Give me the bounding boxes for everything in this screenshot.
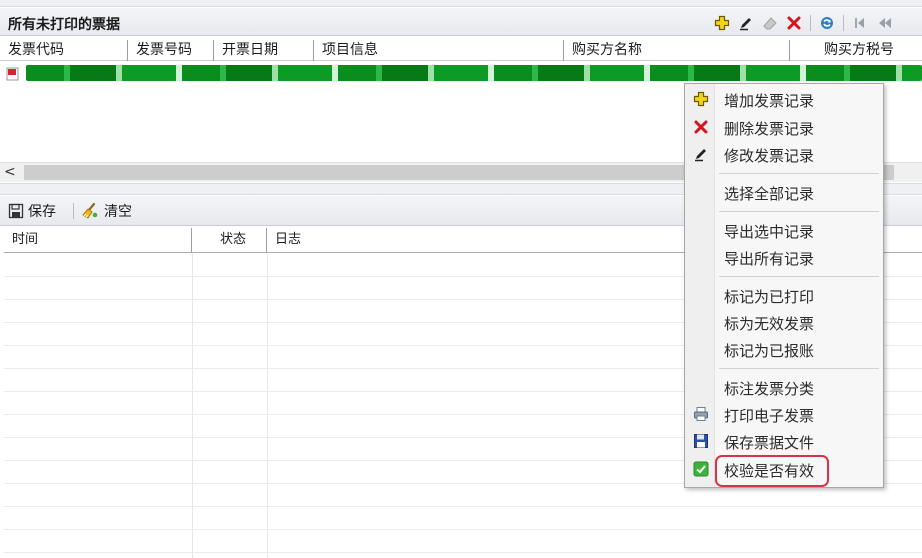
save-disk-icon (693, 433, 709, 449)
col-log-time[interactable]: 时间 (4, 228, 192, 253)
menu-item-label: 保存票据文件 (724, 434, 815, 452)
edit-icon (693, 146, 709, 162)
top-strip (0, 0, 922, 7)
menu-item-label: 导出所有记录 (724, 250, 815, 268)
menu-item-print-einvoice[interactable]: 打印电子发票 (685, 401, 883, 427)
save-log-button[interactable]: 保存 (8, 201, 56, 221)
erase-icon[interactable] (760, 13, 780, 33)
broom-icon (82, 202, 98, 219)
check-icon (693, 461, 709, 477)
menu-item-export-selected[interactable]: 导出选中记录 (685, 217, 883, 243)
context-menu: 增加发票记录 删除发票记录 修改发票记录 选择全部记录 导出选中记录 导出所有记… (684, 83, 884, 488)
edit-icon[interactable] (736, 13, 756, 33)
menu-item-label: 标注发票分类 (724, 380, 815, 398)
menu-separator (719, 173, 879, 174)
menu-item-select-all[interactable]: 选择全部记录 (685, 179, 883, 205)
masked-row-content (26, 65, 922, 81)
menu-item-edit-record[interactable]: 修改发票记录 (685, 141, 883, 167)
grid-column-line (192, 254, 193, 558)
printer-icon (693, 406, 709, 422)
menu-item-label: 增加发票记录 (724, 92, 815, 110)
refresh-icon[interactable] (817, 13, 837, 33)
toolbar-separator (843, 15, 844, 31)
add-icon[interactable] (712, 13, 732, 33)
log-toolbar-separator (73, 203, 74, 219)
menu-item-export-all[interactable]: 导出所有记录 (685, 244, 883, 270)
unprinted-panel-header: 所有未打印的票据 (0, 8, 922, 36)
invoice-row[interactable] (0, 63, 922, 85)
menu-item-delete-record[interactable]: 删除发票记录 (685, 114, 883, 140)
toolbar-separator (810, 15, 811, 31)
first-page-icon[interactable] (850, 13, 870, 33)
menu-separator (719, 211, 879, 212)
col-invoice-number[interactable]: 发票号码 (128, 40, 214, 61)
col-buyer-name[interactable]: 购买方名称 (564, 40, 790, 61)
scroll-left-arrow[interactable]: < (4, 164, 16, 180)
menu-item-tag-category[interactable]: 标注发票分类 (685, 374, 883, 400)
menu-item-label: 选择全部记录 (724, 185, 815, 203)
save-log-label: 保存 (28, 204, 56, 220)
col-invoice-code[interactable]: 发票代码 (0, 40, 128, 61)
delete-icon[interactable] (784, 13, 804, 33)
col-item-info[interactable]: 项目信息 (314, 40, 564, 61)
menu-item-save-file[interactable]: 保存票据文件 (685, 428, 883, 454)
menu-item-label: 打印电子发票 (724, 407, 815, 425)
annotation-highlight (715, 455, 829, 487)
col-issue-date[interactable]: 开票日期 (214, 40, 314, 61)
clear-log-button[interactable]: 清空 (80, 201, 132, 221)
menu-separator (719, 276, 879, 277)
add-icon (693, 91, 709, 107)
menu-item-label: 删除发票记录 (724, 120, 815, 138)
menu-separator (719, 368, 879, 369)
menu-item-add-record[interactable]: 增加发票记录 (685, 86, 883, 112)
menu-item-label: 导出选中记录 (724, 223, 815, 241)
menu-item-mark-printed[interactable]: 标记为已打印 (685, 282, 883, 308)
invoice-window: 所有未打印的票据 发票代码 发票号码 开票日期 项目信息 购买方名称 购买方税号… (0, 0, 922, 558)
col-log-status[interactable]: 状态 (192, 228, 267, 253)
menu-item-label: 标为无效发票 (724, 315, 815, 333)
records-toolbar (712, 13, 894, 33)
menu-item-mark-reimbursed[interactable]: 标记为已报账 (685, 336, 883, 362)
pdf-file-icon (6, 67, 20, 81)
grid-column-line (267, 254, 268, 558)
clear-log-label: 清空 (104, 204, 132, 220)
prev-page-icon[interactable] (874, 13, 894, 33)
menu-item-label: 标记为已打印 (724, 288, 815, 306)
invoice-column-header: 发票代码 发票号码 开票日期 项目信息 购买方名称 购买方税号 (0, 40, 922, 61)
panel-title: 所有未打印的票据 (8, 17, 120, 33)
save-disk-icon (8, 203, 24, 219)
menu-item-mark-invalid[interactable]: 标为无效发票 (685, 309, 883, 335)
menu-item-label: 修改发票记录 (724, 147, 815, 165)
delete-icon (693, 119, 709, 135)
col-buyer-tax-id[interactable]: 购买方税号 (790, 40, 922, 61)
menu-item-label: 标记为已报账 (724, 342, 815, 360)
